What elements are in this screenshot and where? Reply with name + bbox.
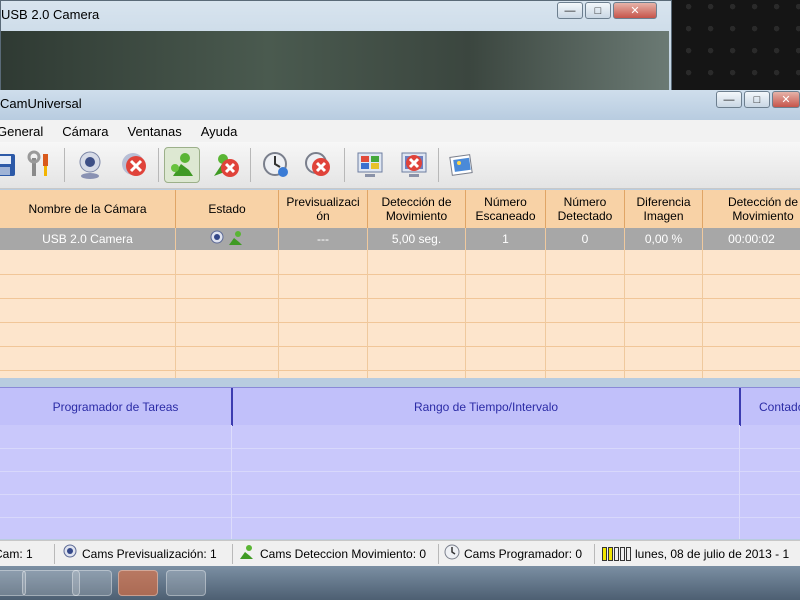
main-maximize-button[interactable]: □ [744,91,770,108]
taskbar-item[interactable] [118,570,158,596]
cell-image-difference: 0,00 % [625,228,703,250]
save-icon[interactable] [0,147,22,183]
col-scanned-number[interactable]: Número Escaneado [466,190,546,228]
status-preview-label: Cams Previsualización: 1 [82,547,217,561]
taskbar-item[interactable] [72,570,112,596]
status-bar: Cam: 1 Cams Previsualización: 1 Cams Det… [0,540,800,567]
settings-icon[interactable] [22,147,58,183]
cell-status [176,228,279,250]
taskbar-item[interactable] [166,570,206,596]
camera-minimize-button[interactable]: — [557,2,583,19]
start-detection-icon[interactable] [164,147,200,183]
clock-icon [444,544,460,565]
scheduler-table-header: Programador de Tareas Rango de Tiempo/In… [0,387,800,426]
col-motion-detection[interactable]: Detección de Movimiento [368,190,466,228]
webcam-icon [62,544,78,565]
cell-preview: --- [279,228,368,250]
cell-camera-name: USB 2.0 Camera [0,228,176,250]
menu-ventanas[interactable]: Ventanas [128,124,191,139]
webcam-icon [209,230,225,249]
toolbar [0,142,800,189]
activity-meter [602,547,631,561]
status-date-label: lunes, 08 de julio de 2013 - 1 [635,547,790,561]
gallery-icon[interactable] [444,147,480,183]
status-date: lunes, 08 de julio de 2013 - 1 [602,545,789,563]
status-motion: Cams Deteccion Movimiento: 0 [238,544,427,565]
col-task-scheduler[interactable]: Programador de Tareas [0,388,233,426]
main-close-button[interactable]: ✕ [772,91,800,108]
camera-close-button[interactable]: ✕ [613,2,657,19]
menu-general[interactable]: General [0,124,52,139]
cell-motion-detection-time: 00:00:02 [728,232,775,246]
col-camera-name[interactable]: Nombre de la Cámara [0,190,176,228]
camera-window[interactable]: USB 2.0 Camera — □ ✕ [0,0,672,100]
webcam-icon[interactable] [72,147,108,183]
status-cams: Cam: 1 [0,547,33,561]
main-window-title: CamUniversal [0,96,82,111]
stop-schedule-icon[interactable] [300,147,336,183]
camera-maximize-button[interactable]: □ [585,2,611,19]
camera-window-title: USB 2.0 Camera [1,7,100,22]
stop-detection-icon[interactable] [208,147,244,183]
col-preview[interactable]: Previsualización [279,190,368,228]
windows-icon[interactable] [352,147,388,183]
menu-camara[interactable]: Cámara [62,124,117,139]
remove-camera-icon[interactable] [116,147,152,183]
main-minimize-button[interactable]: — [716,91,742,108]
motion-user-icon [238,544,256,565]
status-scheduler-label: Cams Programador: 0 [464,547,583,561]
schedule-icon[interactable] [258,147,294,183]
taskbar [0,566,800,600]
col-status[interactable]: Estado [176,190,279,228]
close-windows-icon[interactable] [396,147,432,183]
menu-bar: General Cámara Ventanas Ayuda [0,120,800,142]
col-motion-detection-time[interactable]: Detección de Movimiento [703,190,800,228]
col-counter[interactable]: Contado [741,388,800,426]
cameras-table: Nombre de la Cámara Estado Previsualizac… [0,190,800,378]
main-window: CamUniversal — □ ✕ General Cámara Ventan… [0,90,800,600]
cameras-table-header: Nombre de la Cámara Estado Previsualizac… [0,190,800,228]
scheduler-table: Programador de Tareas Rango de Tiempo/In… [0,387,800,539]
camera-video-feed [1,31,669,99]
status-scheduler: Cams Programador: 0 [444,544,583,565]
table-row[interactable]: USB 2.0 Camera --- 5,00 seg. 1 0 0,00 % … [0,228,800,250]
status-motion-label: Cams Deteccion Movimiento: 0 [260,547,427,561]
col-time-range[interactable]: Rango de Tiempo/Intervalo [233,388,741,426]
cell-detected-number: 0 [546,228,625,250]
col-detected-number[interactable]: Número Detectado [546,190,625,228]
menu-ayuda[interactable]: Ayuda [201,124,247,139]
col-image-difference[interactable]: Diferencia Imagen [625,190,703,228]
cell-scanned-number: 1 [466,228,546,250]
motion-user-icon [227,230,245,249]
cell-motion-detection: 5,00 seg. [368,228,466,250]
status-preview: Cams Previsualización: 1 [62,544,217,565]
